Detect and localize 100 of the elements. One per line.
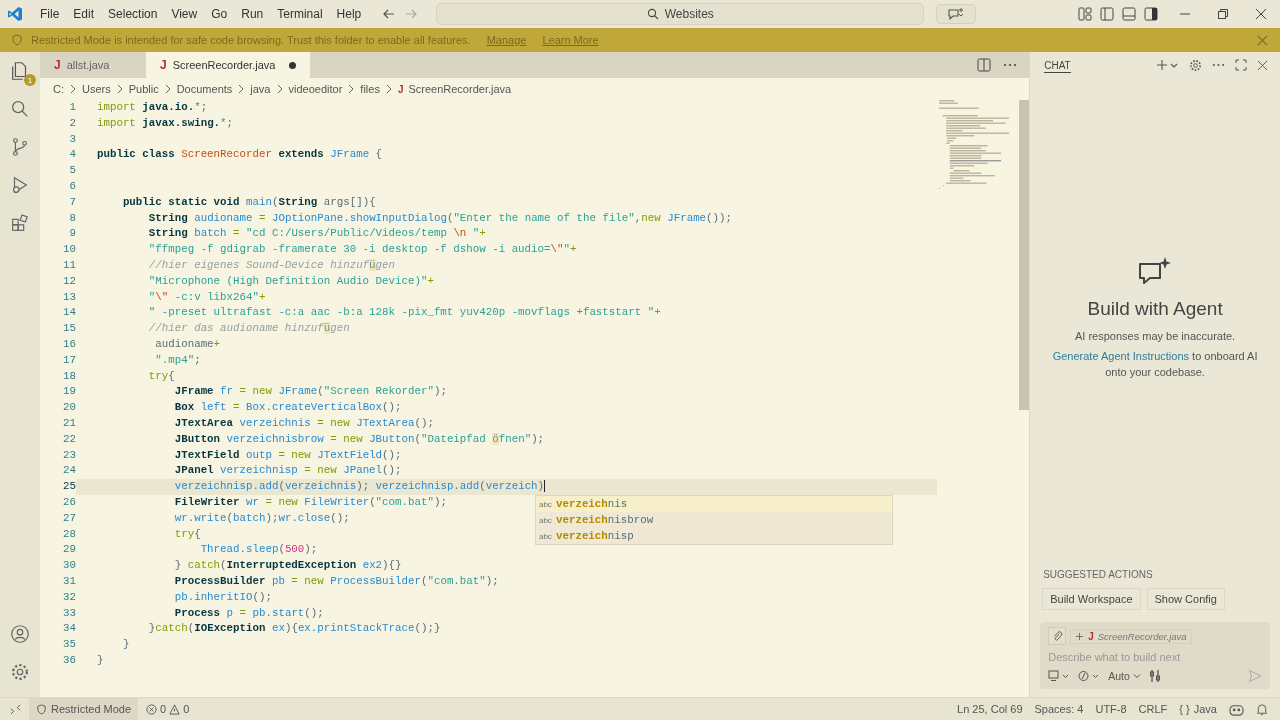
encoding-setting[interactable]: UTF-8 <box>1095 703 1127 715</box>
suggested-action-button[interactable]: Show Config <box>1146 588 1225 610</box>
scrollbar-thumb[interactable] <box>1019 100 1030 410</box>
menu-item[interactable]: File <box>33 7 67 21</box>
settings-icon[interactable] <box>1189 58 1202 72</box>
remote-icon[interactable] <box>10 703 21 715</box>
chevron-icon <box>116 84 123 94</box>
line-number: 27 <box>62 510 76 526</box>
line-number: 23 <box>62 447 76 463</box>
code-line: JButton verzeichnisbrow = new JButton("Dateipfad öfnen"); <box>173 431 545 447</box>
breadcrumb-item[interactable]: files <box>360 83 380 95</box>
code-line: FileWriter wr = new FileWriter("com.bat"); <box>173 494 447 510</box>
disclaimer-text: AI responses may be inaccurate. <box>1075 330 1236 342</box>
line-number: 3 <box>68 131 76 147</box>
menu-item[interactable]: Help <box>329 7 369 21</box>
sidebar-toggle-icon[interactable] <box>1100 7 1114 21</box>
line-number: 10 <box>62 242 76 258</box>
notification-badge: 1 <box>24 74 36 86</box>
line-number: 12 <box>62 273 76 289</box>
layout-icon[interactable] <box>1078 7 1092 21</box>
more-icon[interactable] <box>1212 63 1225 67</box>
line-ending-setting[interactable]: CRLF <box>1138 703 1168 715</box>
code-line: import javax.swing.*; <box>96 115 234 131</box>
context-file-chip[interactable]: J ScreenRecorder.java <box>1070 628 1192 644</box>
close-icon[interactable] <box>1257 59 1268 71</box>
problems-indicator[interactable]: 0 0 <box>146 703 190 715</box>
line-number: 8 <box>68 210 76 226</box>
account-icon[interactable] <box>9 623 31 645</box>
panel-toggle-icon[interactable] <box>1122 7 1136 21</box>
split-editor-icon[interactable] <box>977 58 992 72</box>
line-number: 15 <box>62 321 76 337</box>
menu-item[interactable]: Run <box>234 7 271 21</box>
suggested-action-button[interactable]: Build Workspace <box>1042 588 1141 610</box>
extensions-icon[interactable] <box>9 212 31 234</box>
indentation-setting[interactable]: Spaces: 4 <box>1034 703 1084 715</box>
code-line: "ffmpeg -f gdigrab -framerate 30 -i desktop -f dshow -i audio=\""+ <box>147 242 577 258</box>
chevron-icon <box>164 84 171 94</box>
tools-icon[interactable] <box>1148 669 1161 683</box>
search-field[interactable]: Websites <box>436 3 925 25</box>
suggestion-item[interactable]: abc verzeichnisbrow <box>535 512 892 528</box>
code-line: wr.write(batch);wr.close(); <box>173 510 350 526</box>
chat-input-field[interactable]: Describe what to build next <box>1048 649 1262 665</box>
breadcrumb-item[interactable]: C: <box>52 83 64 95</box>
copilot-icon[interactable] <box>1229 702 1244 716</box>
line-number: 14 <box>62 305 76 321</box>
code-line: }catch(IOException ex){ex.printStackTrace();} <box>147 621 441 637</box>
onboard-hint-text: Generate Agent Instructions to onboard AI onto your codebase. <box>1051 349 1259 380</box>
more-icon[interactable] <box>1003 63 1018 67</box>
code-line: JTextField outp = new JTextField(); <box>173 447 402 463</box>
banner-text: Restricted Mode is intended for safe code browsing. Trust this folder to enable all features. <box>31 34 471 46</box>
code-line: " -preset ultrafast -c:a aac -b:a 128k -pix_fmt yuv420p -movflags +faststart "+ <box>147 305 661 321</box>
chevron-icon <box>276 84 283 94</box>
notifications-bell-icon[interactable] <box>1256 702 1268 716</box>
model-picker[interactable]: Auto <box>1108 670 1141 682</box>
line-number: 21 <box>62 415 76 431</box>
new-chat-icon[interactable] <box>1157 59 1179 71</box>
line-number: 18 <box>62 368 76 384</box>
plus-icon <box>1075 631 1085 641</box>
tool-mode-icon[interactable] <box>1078 670 1101 682</box>
menu-item[interactable]: Go <box>204 7 235 21</box>
breadcrumb-item[interactable]: videoeditor <box>288 83 343 95</box>
line-number: 35 <box>62 637 76 653</box>
menu-item[interactable]: Edit <box>66 7 102 21</box>
generate-instructions-link[interactable]: Generate Agent Instructions <box>1052 350 1189 362</box>
line-number: 5 <box>68 163 76 179</box>
menu-item[interactable]: View <box>164 7 205 21</box>
code-line: ".mp4"; <box>154 352 201 368</box>
editor-tab[interactable]: J ScreenRecorder.java <box>145 52 311 78</box>
code-line: public static void main(String args[]){ <box>121 194 376 210</box>
code-line: "Microphone (High Definition Audio Device)"+ <box>147 273 434 289</box>
maximize-icon[interactable] <box>1235 59 1247 71</box>
suggestion-item[interactable]: abc verzeichnisp <box>535 528 892 544</box>
code-line: public class ScreenRecorder extends JFrame { <box>96 147 383 163</box>
back-arrow-icon[interactable] <box>382 7 397 21</box>
monitor-icon[interactable] <box>1048 670 1071 682</box>
restricted-mode-indicator[interactable]: Restricted Mode <box>29 698 139 720</box>
menu-item[interactable]: Terminal <box>270 7 330 21</box>
chat-tab[interactable]: CHAT <box>1044 57 1071 73</box>
suggestion-item[interactable]: abc verzeichnis <box>535 496 892 512</box>
code-line: pb.inheritIO(); <box>173 589 272 605</box>
attach-button[interactable] <box>1048 627 1067 645</box>
code-line: try{ <box>173 526 201 542</box>
breadcrumb-item[interactable]: Public <box>128 83 159 95</box>
line-number: 34 <box>62 621 76 637</box>
language-mode[interactable]: { } Java <box>1179 703 1217 715</box>
settings-icon[interactable] <box>9 661 31 683</box>
line-number: 19 <box>62 384 76 400</box>
cursor-position[interactable]: Ln 25, Col 69 <box>957 703 1023 715</box>
menu-item[interactable]: Selection <box>101 7 165 21</box>
secondary-sidebar-toggle-icon[interactable] <box>1144 7 1158 21</box>
breadcrumb-item[interactable]: ScreenRecorder.java <box>408 83 512 95</box>
paperclip-icon <box>1051 630 1063 642</box>
code-line: "\" -c:v libx264"+ <box>147 289 266 305</box>
restore-icon[interactable] <box>1217 8 1229 20</box>
breadcrumb-item[interactable]: Users <box>81 83 111 95</box>
chat-button[interactable] <box>936 4 977 24</box>
breadcrumb-item[interactable]: Documents <box>176 83 233 95</box>
chevron-icon <box>69 84 76 94</box>
breadcrumb-item[interactable]: java <box>250 83 271 95</box>
close-icon[interactable] <box>1255 8 1267 20</box>
